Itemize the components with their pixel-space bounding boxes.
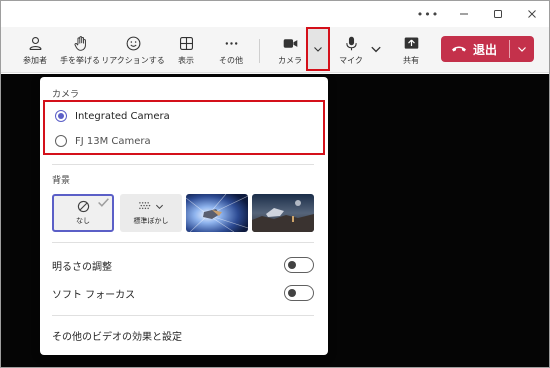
participants-label: 参加者: [23, 56, 47, 65]
ellipsis-icon: [225, 42, 237, 45]
view-button[interactable]: 表示: [171, 27, 201, 73]
camera-button[interactable]: カメラ: [275, 27, 305, 73]
share-label: 共有: [403, 56, 419, 65]
minimize-icon[interactable]: [447, 1, 481, 27]
background-blur-tile[interactable]: 標準ぼかし: [120, 194, 182, 232]
mic-label: マイク: [339, 56, 363, 65]
leave-button[interactable]: 退出: [441, 36, 534, 62]
blur-icon: [139, 201, 151, 209]
participants-button[interactable]: 参加者: [19, 27, 51, 73]
camera-label: カメラ: [278, 56, 302, 65]
hand-icon: [74, 36, 86, 51]
camera-option-label: FJ 13M Camera: [75, 135, 151, 147]
brightness-label: 明るさの調整: [52, 261, 112, 273]
soft-focus-row: ソフト フォーカス: [52, 285, 314, 301]
grid-icon: [179, 36, 193, 51]
teams-meeting-window: ••• 参加者 手を挙げる リアクションする 表示 その他 カメラ マイク 共有…: [0, 0, 550, 368]
soft-focus-toggle[interactable]: [284, 285, 314, 301]
chevron-down-icon: [518, 47, 526, 52]
maximize-icon[interactable]: [481, 1, 515, 27]
soft-focus-label: ソフト フォーカス: [52, 289, 136, 301]
background-image-tile-2[interactable]: [252, 194, 314, 232]
reactions-label: リアクションする: [101, 56, 165, 65]
section-divider: [52, 242, 314, 243]
background-none-tile[interactable]: なし: [52, 194, 114, 232]
microphone-icon: [345, 36, 357, 51]
camera-options-dropdown[interactable]: [306, 27, 330, 71]
background-none-label: なし: [76, 217, 90, 225]
camera-options-panel: カメラ Integrated Camera FJ 13M Camera 背景 な…: [40, 77, 328, 355]
more-label: その他: [219, 56, 243, 65]
brightness-row: 明るさの調整: [52, 257, 314, 273]
section-divider: [52, 315, 314, 316]
close-icon[interactable]: [515, 1, 549, 27]
raise-hand-label: 手を挙げる: [60, 56, 100, 65]
camera-list-highlight: Integrated Camera FJ 13M Camera: [43, 100, 325, 155]
meeting-toolbar: 参加者 手を挙げる リアクションする 表示 その他 カメラ マイク 共有 退出: [1, 27, 549, 73]
mic-options-chevron-icon[interactable]: [370, 43, 382, 55]
video-camera-icon: [283, 39, 297, 48]
chevron-down-icon[interactable]: [155, 202, 164, 211]
leave-options-button[interactable]: [510, 36, 534, 62]
prohibited-icon: [77, 200, 89, 213]
view-label: 表示: [178, 56, 194, 65]
raise-hand-button[interactable]: 手を挙げる: [59, 27, 101, 73]
share-tray-icon: [404, 37, 418, 49]
chevron-down-icon: [314, 47, 322, 52]
checkmark-icon: [98, 198, 109, 207]
background-image-tile-1[interactable]: [186, 194, 248, 232]
background-image-2: [252, 194, 314, 232]
camera-section-heading: カメラ: [52, 90, 80, 100]
leave-label: 退出: [473, 42, 498, 57]
mic-button[interactable]: マイク: [337, 27, 365, 73]
radio-unselected-icon[interactable]: [55, 135, 67, 147]
camera-option-integrated[interactable]: Integrated Camera: [55, 105, 170, 127]
camera-option-fj13m[interactable]: FJ 13M Camera: [55, 130, 151, 152]
camera-option-label: Integrated Camera: [75, 110, 170, 122]
toolbar-divider: [259, 39, 260, 63]
background-section-heading: 背景: [52, 176, 71, 186]
smiley-icon: [126, 36, 140, 51]
hang-up-phone-icon: [452, 46, 466, 52]
more-icon[interactable]: •••: [411, 1, 445, 27]
brightness-toggle[interactable]: [284, 257, 314, 273]
more-button[interactable]: その他: [215, 27, 247, 73]
person-icon: [28, 36, 42, 51]
radio-selected-icon[interactable]: [55, 110, 67, 122]
reactions-button[interactable]: リアクションする: [101, 27, 165, 73]
title-bar: •••: [1, 1, 549, 27]
leave-main[interactable]: 退出: [441, 36, 509, 62]
more-video-settings-link[interactable]: その他のビデオの効果と設定: [52, 328, 182, 343]
background-image-1: [186, 194, 248, 232]
background-blur-label: 標準ぼかし: [133, 216, 169, 225]
share-button[interactable]: 共有: [397, 27, 425, 73]
section-divider: [52, 164, 314, 165]
